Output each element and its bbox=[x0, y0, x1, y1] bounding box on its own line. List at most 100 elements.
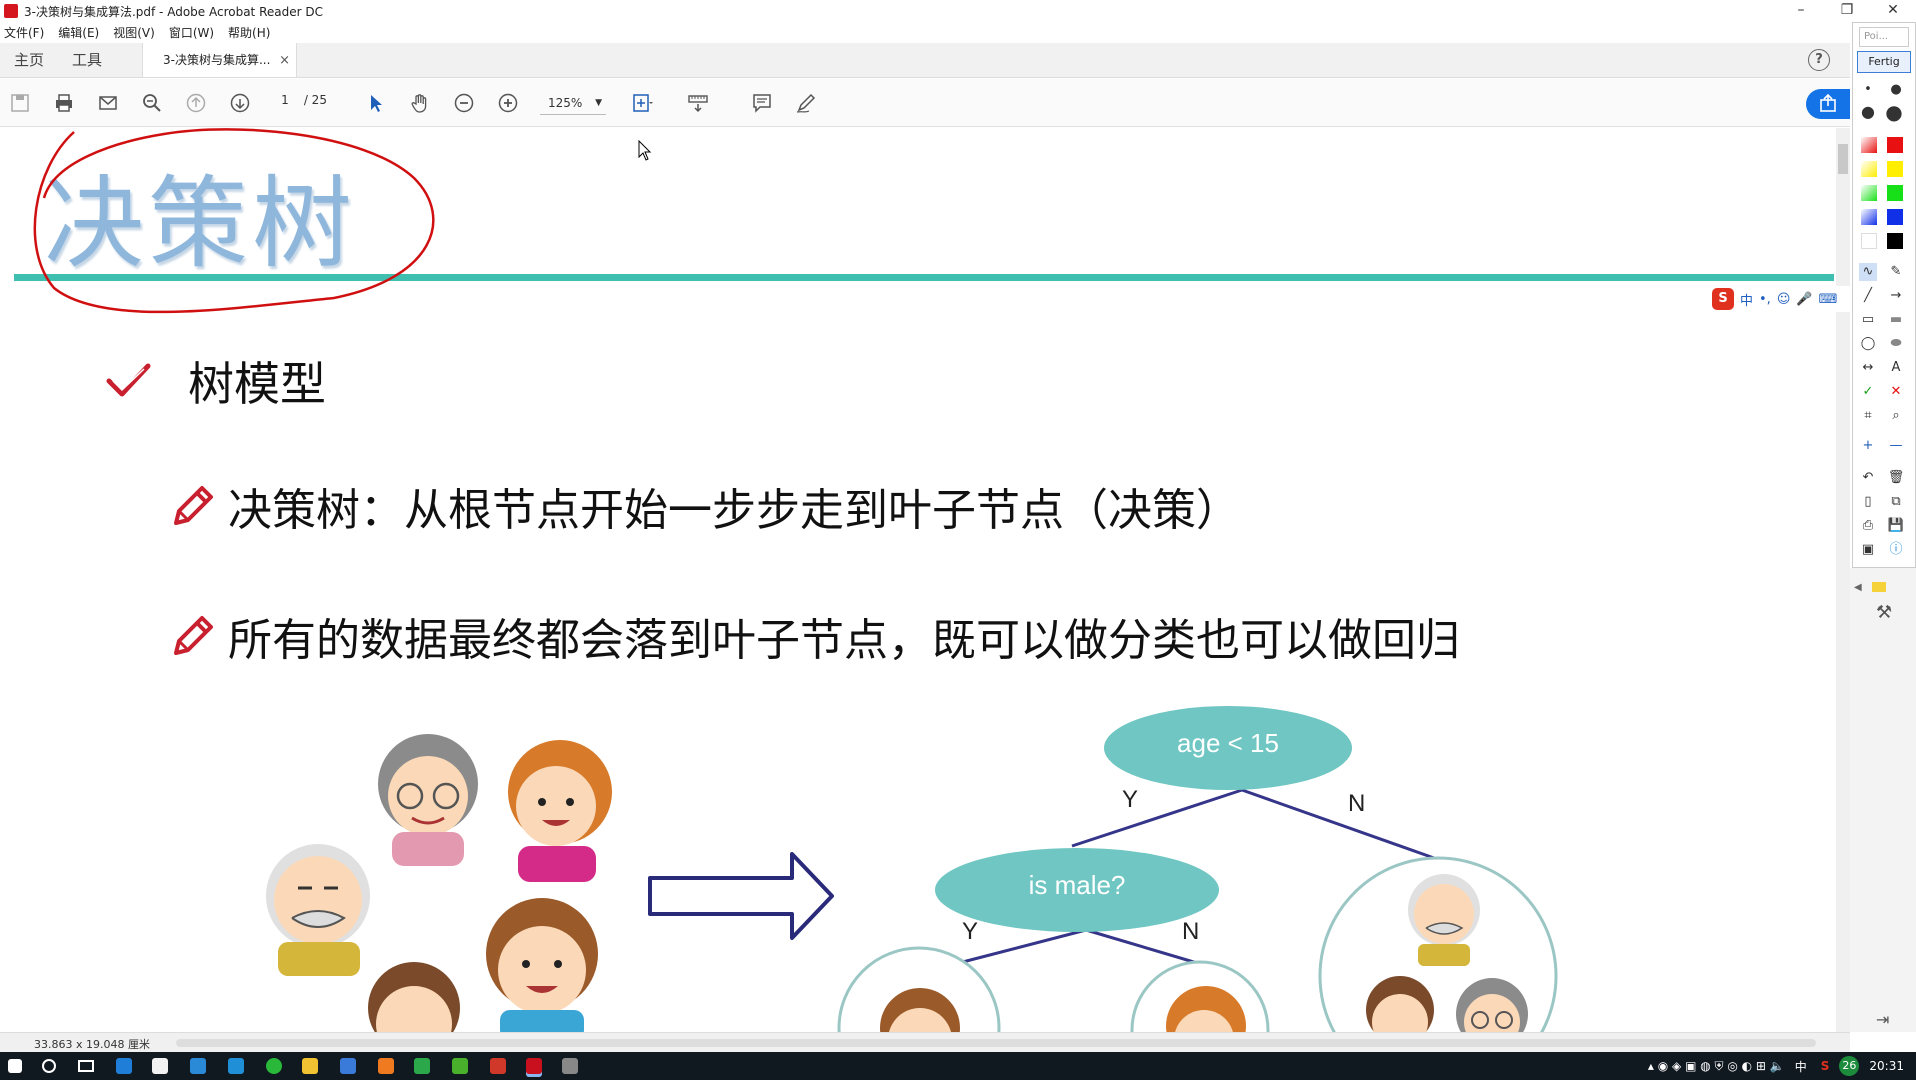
app-orange-icon[interactable] bbox=[378, 1058, 394, 1074]
ime-mode-label[interactable]: 中 bbox=[1740, 290, 1753, 309]
text-tool-icon[interactable]: A bbox=[1887, 359, 1905, 377]
info-icon[interactable]: ⓘ bbox=[1887, 541, 1905, 559]
select-cursor-icon[interactable] bbox=[364, 91, 388, 115]
close-window-button[interactable]: ✕ bbox=[1870, 0, 1916, 22]
print-small-icon[interactable]: ⎙ bbox=[1859, 517, 1877, 535]
keyboard-icon[interactable]: ⌨ bbox=[1819, 292, 1838, 307]
store-icon[interactable] bbox=[152, 1058, 168, 1074]
yellow-light-swatch[interactable] bbox=[1861, 161, 1877, 177]
file-explorer-icon[interactable] bbox=[302, 1058, 318, 1074]
red-swatch[interactable] bbox=[1887, 137, 1903, 153]
rectangle-tool-icon[interactable]: ▭ bbox=[1859, 311, 1877, 329]
sogou-tray-icon[interactable]: S bbox=[1821, 1059, 1830, 1073]
sogou-logo-icon[interactable]: S bbox=[1712, 288, 1734, 310]
restore-button[interactable]: ❐ bbox=[1824, 0, 1870, 22]
collapse-arrow-icon[interactable]: ◀ bbox=[1854, 582, 1862, 593]
menu-edit[interactable]: 编辑(E) bbox=[58, 24, 99, 41]
search-taskbar-icon[interactable] bbox=[42, 1059, 56, 1073]
next-page-icon[interactable] bbox=[228, 91, 252, 115]
done-button[interactable]: Fertig bbox=[1857, 51, 1911, 73]
microphone-icon[interactable]: 🎤 bbox=[1796, 292, 1812, 307]
ellipse-tool-icon[interactable]: ◯ bbox=[1859, 335, 1877, 353]
input-language-indicator[interactable]: 中 bbox=[1795, 1058, 1807, 1075]
powerpoint-icon[interactable] bbox=[490, 1058, 506, 1074]
filled-rectangle-icon[interactable]: ▬ bbox=[1887, 311, 1905, 329]
screenshot-icon[interactable]: ▣ bbox=[1859, 541, 1877, 559]
menu-view[interactable]: 视图(V) bbox=[113, 24, 155, 41]
task-view-icon[interactable] bbox=[78, 1060, 94, 1072]
help-icon[interactable]: ? bbox=[1808, 49, 1830, 71]
zoom-out-icon[interactable] bbox=[452, 91, 476, 115]
line-tool-icon[interactable]: ╱ bbox=[1859, 287, 1877, 305]
red-light-swatch[interactable] bbox=[1861, 137, 1877, 153]
tab-document[interactable]: 3-决策树与集成算... × bbox=[142, 43, 298, 78]
clock[interactable]: 20:31 bbox=[1869, 1059, 1904, 1073]
app-icon[interactable] bbox=[228, 1058, 244, 1074]
save-small-icon[interactable]: 💾 bbox=[1887, 517, 1905, 535]
blue-light-swatch[interactable] bbox=[1861, 209, 1877, 225]
zoom-level-select[interactable]: 125% ▼ bbox=[540, 91, 606, 115]
close-tab-icon[interactable]: × bbox=[279, 43, 290, 78]
acrobat-taskbar-icon[interactable] bbox=[526, 1058, 542, 1074]
zoom-in-icon[interactable] bbox=[496, 91, 520, 115]
medium-dot-icon[interactable]: ● bbox=[1887, 81, 1905, 99]
trash-icon[interactable]: 🗑 bbox=[1887, 469, 1905, 487]
draw-pen-icon[interactable] bbox=[794, 91, 818, 115]
page-number-input[interactable]: 1 bbox=[270, 93, 300, 107]
mail-icon[interactable] bbox=[190, 1058, 206, 1074]
tab-home[interactable]: 主页 bbox=[0, 43, 58, 77]
double-arrow-icon[interactable]: ↔ bbox=[1859, 359, 1877, 377]
punctuation-icon[interactable]: •, bbox=[1759, 292, 1771, 307]
excel-icon[interactable] bbox=[452, 1058, 468, 1074]
app-grey-icon[interactable] bbox=[562, 1058, 578, 1074]
tools-wrench-icon[interactable]: ⚒ bbox=[1876, 602, 1892, 623]
yellow-swatch[interactable] bbox=[1887, 161, 1903, 177]
emoji-icon[interactable]: ☺ bbox=[1777, 292, 1791, 307]
undo-icon[interactable]: ↶ bbox=[1859, 469, 1877, 487]
green-swatch[interactable] bbox=[1887, 185, 1903, 201]
ime-toolbar[interactable]: S 中 •, ☺ 🎤 ⌨ bbox=[1708, 286, 1850, 312]
edge-browser-icon[interactable] bbox=[116, 1058, 132, 1074]
eraser-icon[interactable]: ✎ bbox=[1887, 263, 1905, 281]
menu-file[interactable]: 文件(F) bbox=[4, 24, 44, 41]
app-window-icon[interactable] bbox=[340, 1058, 356, 1074]
white-swatch[interactable] bbox=[1861, 233, 1877, 249]
small-dot-icon[interactable]: • bbox=[1859, 81, 1877, 99]
scroll-mode-icon[interactable] bbox=[686, 91, 710, 115]
cross-stamp-icon[interactable]: ✕ bbox=[1887, 383, 1905, 401]
share-button[interactable] bbox=[1806, 89, 1850, 119]
wechat-icon[interactable] bbox=[266, 1058, 282, 1074]
notification-badge[interactable]: 26 bbox=[1839, 1056, 1860, 1076]
previous-page-icon[interactable] bbox=[184, 91, 208, 115]
new-page-icon[interactable]: ▯ bbox=[1859, 493, 1877, 511]
green-light-swatch[interactable] bbox=[1861, 185, 1877, 201]
blue-swatch[interactable] bbox=[1887, 209, 1903, 225]
freehand-pen-icon[interactable]: ∿ bbox=[1859, 263, 1877, 281]
horizontal-scrollbar[interactable] bbox=[176, 1039, 1816, 1047]
arrow-tool-icon[interactable]: → bbox=[1887, 287, 1905, 305]
tray-icons[interactable]: ▴ ◉ ◈ ▣ ◍ ⛨ ◎ ◐ ⊞ 🔈 bbox=[1648, 1059, 1785, 1074]
check-stamp-icon[interactable]: ✓ bbox=[1859, 383, 1877, 401]
vertical-scrollbar[interactable] bbox=[1836, 128, 1850, 1032]
minus-icon[interactable]: — bbox=[1887, 437, 1905, 455]
sticky-note-icon[interactable] bbox=[1872, 582, 1886, 592]
scrollbar-thumb[interactable] bbox=[1838, 144, 1848, 174]
plus-icon[interactable]: + bbox=[1859, 437, 1877, 455]
minimize-button[interactable]: – bbox=[1778, 0, 1824, 22]
black-swatch[interactable] bbox=[1887, 233, 1903, 249]
fit-page-icon[interactable] bbox=[630, 91, 654, 115]
xlarge-dot-icon[interactable]: ● bbox=[1885, 102, 1903, 122]
app-green-icon[interactable] bbox=[414, 1058, 430, 1074]
search-icon[interactable] bbox=[140, 91, 164, 115]
expand-pane-icon[interactable]: ⇥ bbox=[1876, 1010, 1889, 1029]
pointer-size-input[interactable]: Poi... bbox=[1859, 27, 1909, 47]
windows-start-icon[interactable] bbox=[8, 1059, 22, 1073]
crop-icon[interactable]: ⌗ bbox=[1859, 407, 1877, 425]
hand-tool-icon[interactable] bbox=[408, 91, 432, 115]
comment-icon[interactable] bbox=[750, 91, 774, 115]
print-icon[interactable] bbox=[52, 91, 76, 115]
document-viewport[interactable]: 决策树 树模型 决策树：从根节点开始一步步走到叶子节点（决策） 所有的数据最终都… bbox=[0, 128, 1850, 1032]
menu-help[interactable]: 帮助(H) bbox=[228, 24, 270, 41]
filled-ellipse-icon[interactable]: ⬬ bbox=[1887, 335, 1905, 353]
save-icon[interactable] bbox=[8, 91, 32, 115]
